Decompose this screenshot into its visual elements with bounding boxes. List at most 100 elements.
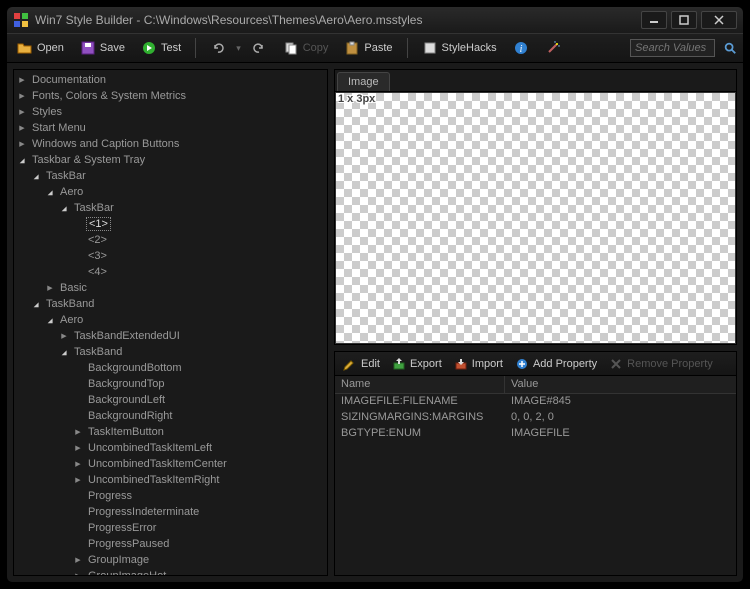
app-window: Win7 Style Builder - C:\Windows\Resource…	[6, 6, 744, 583]
export-button[interactable]: Export	[386, 353, 448, 375]
export-label: Export	[410, 358, 442, 370]
search-input[interactable]	[630, 39, 715, 57]
property-row[interactable]: IMAGEFILE:FILENAMEIMAGE#845	[335, 394, 736, 410]
tree-node-taskbar-system-tray[interactable]: Taskbar & System Tray	[14, 152, 327, 168]
tab-image[interactable]: Image	[337, 72, 390, 91]
tree-node-taskband-inner[interactable]: TaskBand	[56, 344, 327, 360]
import-button[interactable]: Import	[448, 353, 509, 375]
search-area	[630, 39, 739, 57]
image-tab-row: Image	[335, 70, 736, 92]
copy-button[interactable]: Copy	[277, 36, 335, 60]
tree-node-state-3[interactable]: <3>	[70, 248, 327, 264]
wand-icon	[545, 40, 561, 56]
col-header-value[interactable]: Value	[505, 376, 736, 393]
wand-button[interactable]	[539, 36, 567, 60]
chevron-right-icon[interactable]	[72, 570, 84, 576]
stylehacks-button[interactable]: StyleHacks	[416, 36, 503, 60]
chevron-right-icon[interactable]	[72, 474, 84, 486]
open-label: Open	[37, 42, 64, 54]
tree-node-fonts[interactable]: Fonts, Colors & System Metrics	[14, 88, 327, 104]
chevron-right-icon[interactable]	[72, 554, 84, 566]
tree-node-windows-caption[interactable]: Windows and Caption Buttons	[14, 136, 327, 152]
edit-label: Edit	[361, 358, 380, 370]
image-dimensions: 1 x 3px	[338, 93, 375, 105]
property-value: 0, 0, 2, 0	[505, 410, 736, 426]
tree-node-taskitembutton[interactable]: TaskItemButton	[70, 424, 327, 440]
maximize-button[interactable]	[671, 11, 697, 29]
info-button[interactable]: i	[507, 36, 535, 60]
chevron-down-icon[interactable]	[44, 314, 56, 326]
tree-node-state-4[interactable]: <4>	[70, 264, 327, 280]
chevron-down-icon[interactable]	[30, 170, 42, 182]
tree-pane[interactable]: Documentation Fonts, Colors & System Met…	[13, 69, 328, 576]
add-property-button[interactable]: Add Property	[509, 353, 603, 375]
stylehacks-icon	[422, 40, 438, 56]
test-label: Test	[161, 42, 181, 54]
tree-node-startmenu[interactable]: Start Menu	[14, 120, 327, 136]
tree-node-groupimage[interactable]: GroupImage	[70, 552, 327, 568]
tree-node-aero[interactable]: Aero	[42, 184, 327, 200]
chevron-right-icon[interactable]	[16, 74, 28, 86]
chevron-right-icon[interactable]	[16, 106, 28, 118]
chevron-right-icon[interactable]	[72, 458, 84, 470]
chevron-right-icon[interactable]	[72, 426, 84, 438]
tree-node-taskband[interactable]: TaskBand	[28, 296, 327, 312]
property-row[interactable]: BGTYPE:ENUMIMAGEFILE	[335, 426, 736, 442]
redo-button[interactable]	[245, 36, 273, 60]
undo-button[interactable]	[204, 36, 232, 60]
tree-node-basic[interactable]: Basic	[42, 280, 327, 296]
save-button[interactable]: Save	[74, 36, 131, 60]
tree-node-state-1[interactable]: <1>	[70, 216, 327, 232]
chevron-right-icon[interactable]	[58, 330, 70, 342]
tree-node-progress-error[interactable]: ProgressError	[70, 520, 327, 536]
tree-node-taskbar[interactable]: TaskBar	[28, 168, 327, 184]
minimize-button[interactable]	[641, 11, 667, 29]
test-button[interactable]: Test	[135, 36, 187, 60]
window-controls	[641, 11, 737, 29]
image-preview[interactable]: 1 x 3px	[335, 92, 736, 344]
chevron-down-icon[interactable]	[44, 186, 56, 198]
chevron-right-icon[interactable]	[16, 122, 28, 134]
properties-list[interactable]: IMAGEFILE:FILENAMEIMAGE#845SIZINGMARGINS…	[335, 394, 736, 575]
tree-node-groupimagehot[interactable]: GroupImageHot	[70, 568, 327, 576]
chevron-down-icon[interactable]	[30, 298, 42, 310]
chevron-down-icon[interactable]	[58, 202, 70, 214]
property-value: IMAGE#845	[505, 394, 736, 410]
tree-node-styles[interactable]: Styles	[14, 104, 327, 120]
divider	[195, 38, 196, 58]
tree-node-uncombined-center[interactable]: UncombinedTaskItemCenter	[70, 456, 327, 472]
chevron-right-icon[interactable]	[72, 442, 84, 454]
chevron-right-icon[interactable]	[44, 282, 56, 294]
tree-node-backgroundleft[interactable]: BackgroundLeft	[70, 392, 327, 408]
tree-node-uncombined-right[interactable]: UncombinedTaskItemRight	[70, 472, 327, 488]
chevron-down-icon[interactable]	[16, 154, 28, 166]
undo-dropdown-icon[interactable]: ▾	[236, 43, 241, 54]
tree-node-backgroundtop[interactable]: BackgroundTop	[70, 376, 327, 392]
chevron-right-icon[interactable]	[16, 138, 28, 150]
tree-node-taskband-aero[interactable]: Aero	[42, 312, 327, 328]
chevron-right-icon[interactable]	[16, 90, 28, 102]
tree-node-progress[interactable]: Progress	[70, 488, 327, 504]
property-row[interactable]: SIZINGMARGINS:MARGINS0, 0, 2, 0	[335, 410, 736, 426]
folder-open-icon	[17, 40, 33, 56]
chevron-down-icon[interactable]	[58, 346, 70, 358]
tree-node-progress-paused[interactable]: ProgressPaused	[70, 536, 327, 552]
x-icon	[609, 357, 623, 371]
tree-node-taskbar-inner[interactable]: TaskBar	[56, 200, 327, 216]
col-header-name[interactable]: Name	[335, 376, 505, 393]
tree-node-state-2[interactable]: <2>	[70, 232, 327, 248]
tree-node-documentation[interactable]: Documentation	[14, 72, 327, 88]
app-icon	[13, 12, 29, 28]
tree-node-progress-indeterminate[interactable]: ProgressIndeterminate	[70, 504, 327, 520]
edit-button[interactable]: Edit	[337, 353, 386, 375]
tree-node-backgroundbottom[interactable]: BackgroundBottom	[70, 360, 327, 376]
copy-label: Copy	[303, 42, 329, 54]
close-button[interactable]	[701, 11, 737, 29]
search-button[interactable]	[721, 39, 739, 57]
tree-node-taskbandextendedui[interactable]: TaskBandExtendedUI	[56, 328, 327, 344]
floppy-icon	[80, 40, 96, 56]
tree-node-uncombined-left[interactable]: UncombinedTaskItemLeft	[70, 440, 327, 456]
tree-node-backgroundright[interactable]: BackgroundRight	[70, 408, 327, 424]
open-button[interactable]: Open	[11, 36, 70, 60]
paste-button[interactable]: Paste	[338, 36, 398, 60]
